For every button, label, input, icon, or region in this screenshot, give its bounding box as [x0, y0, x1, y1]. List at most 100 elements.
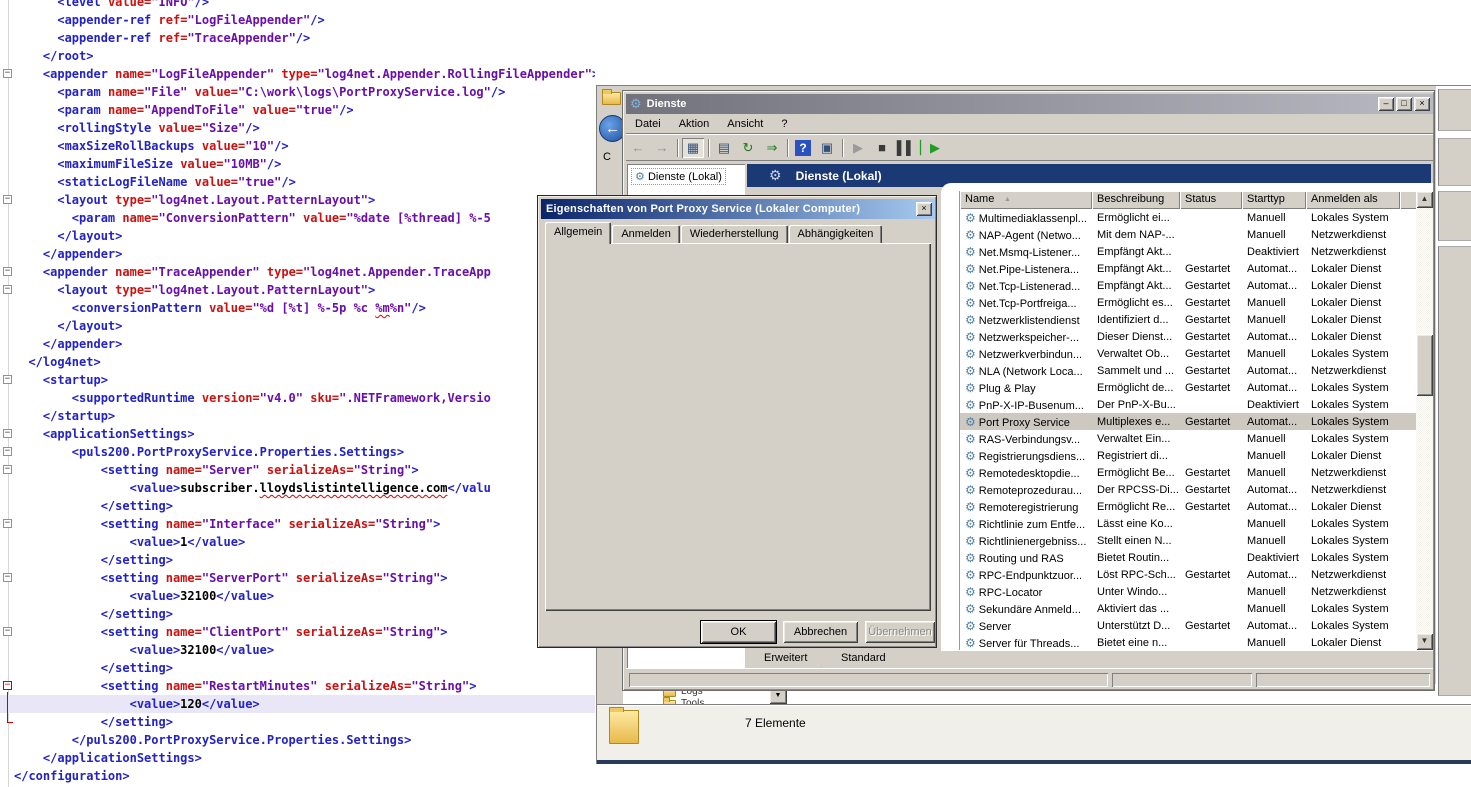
service-name: ⚙Net.Pipe-Listenera... [960, 262, 1092, 276]
extended-view-icon[interactable]: ▣ [816, 138, 838, 158]
fold-collapse-icon[interactable]: − [3, 375, 12, 384]
table-row[interactable]: ⚙RPC-LocatorUnter Windo...ManuellNetzwer… [960, 583, 1433, 600]
close-icon[interactable]: × [916, 202, 932, 216]
fold-collapse-icon[interactable]: − [3, 573, 12, 582]
table-row[interactable]: ⚙Richtlinienergebniss...Stellt einen N..… [960, 532, 1433, 549]
fold-collapse-icon[interactable]: − [3, 627, 12, 636]
code-line: </setting> [0, 713, 595, 731]
service-starttype: Automat... [1242, 484, 1306, 496]
table-row[interactable]: ⚙Net.Tcp-Listenerad...Empfängt Akt...Ges… [960, 277, 1433, 294]
fold-collapse-icon[interactable]: − [3, 681, 12, 690]
cancel-button[interactable]: Abbrechen [783, 621, 858, 643]
properties-icon[interactable]: ▤ [713, 138, 735, 158]
close-button[interactable]: × [1414, 97, 1430, 111]
fold-collapse-icon[interactable]: − [3, 429, 12, 438]
table-row[interactable]: ⚙Port Proxy ServiceMultiplexes e...Gesta… [960, 413, 1433, 430]
table-row[interactable]: ⚙Net.Pipe-Listenera...Empfängt Akt...Ges… [960, 260, 1433, 277]
menu-aktion[interactable]: Aktion [670, 116, 719, 132]
service-gear-icon: ⚙ [965, 500, 976, 514]
titlebar[interactable]: Eigenschaften von Port Proxy Service (Lo… [541, 199, 935, 219]
table-row[interactable]: ⚙Remotedesktopdie...Ermöglicht Be...Gest… [960, 464, 1433, 481]
scrollbar[interactable]: ▲ ▼ [1416, 191, 1433, 650]
table-row[interactable]: ⚙Server für Threads...Bietet eine n...Ma… [960, 634, 1433, 650]
service-starttype: Automat... [1242, 620, 1306, 632]
service-starttype: Manuell [1242, 637, 1306, 649]
table-row[interactable]: ⚙Remoteprozedurau...Der RPCSS-Di...Gesta… [960, 481, 1433, 498]
table-row[interactable]: ⚙RemoteregistrierungErmöglicht Re...Gest… [960, 498, 1433, 515]
show-tree-icon[interactable]: ▦ [682, 138, 704, 158]
menu-hilfe[interactable]: ? [772, 116, 796, 132]
fold-collapse-icon[interactable]: − [3, 519, 12, 528]
fold-collapse-icon[interactable]: − [3, 285, 12, 294]
back-icon[interactable]: ← [627, 138, 649, 158]
start-service-icon[interactable]: ▶ [847, 138, 869, 158]
table-row[interactable]: ⚙Richtlinie zum Entfe...Lässt eine Ko...… [960, 515, 1433, 532]
scroll-down-button[interactable]: ▼ [1416, 633, 1433, 650]
table-row[interactable]: ⚙Netzwerkverbindun...Verwaltet Ob...Gest… [960, 345, 1433, 362]
service-description: Ermöglicht de... [1092, 382, 1180, 394]
table-row[interactable]: ⚙Registrierungsdiens...Registriert di...… [960, 447, 1433, 464]
code-line: <param name="AppendToFile" value="true"/… [0, 101, 595, 119]
column-header-filler[interactable] [1400, 191, 1417, 209]
apply-button[interactable]: Übernehmen [865, 621, 935, 643]
ok-button[interactable]: OK [701, 621, 776, 643]
fold-collapse-icon[interactable]: − [3, 447, 12, 456]
table-row[interactable]: ⚙Net.Tcp-Portfreiga...Ermöglicht es...Ge… [960, 294, 1433, 311]
pause-service-icon[interactable]: ▌▌ [895, 138, 917, 158]
table-row[interactable]: ⚙NLA (Network Loca...Sammelt und ...Gest… [960, 362, 1433, 379]
table-row[interactable]: ⚙ServerUnterstützt D...GestartetAutomat.… [960, 617, 1433, 634]
fold-collapse-icon[interactable]: − [3, 267, 12, 276]
table-row[interactable]: ⚙Multimediaklassenpl...Ermöglicht ei...M… [960, 209, 1433, 226]
code-editor[interactable]: <level value="INFO"/> <appender-ref ref=… [0, 0, 595, 787]
tab-abhaengigkeiten[interactable]: Abhängigkeiten [789, 225, 883, 244]
table-row[interactable]: ⚙NetzwerklistendienstIdentifiziert d...G… [960, 311, 1433, 328]
tab-standard[interactable]: Standard [827, 650, 900, 667]
service-starttype: Automat... [1242, 501, 1306, 513]
help-icon[interactable]: ? [795, 140, 811, 156]
tab-erweitert[interactable]: Erweitert [750, 650, 821, 667]
titlebar[interactable]: ⚙ Dienste – □ × [626, 94, 1433, 114]
scroll-up-button[interactable]: ▲ [1416, 191, 1433, 208]
table-row[interactable]: ⚙Netzwerkspeicher-...Dieser Dienst...Ges… [960, 328, 1433, 345]
service-gear-icon: ⚙ [965, 636, 976, 650]
table-row[interactable]: ⚙RPC-Endpunktzuor...Löst RPC-Sch...Gesta… [960, 566, 1433, 583]
fold-collapse-icon[interactable]: − [3, 69, 12, 78]
tab-allgemein[interactable]: Allgemein [545, 222, 611, 244]
code-line: </appender> [0, 335, 595, 353]
fold-collapse-icon[interactable]: − [3, 465, 12, 474]
column-header-status[interactable]: Status [1180, 191, 1242, 209]
refresh-icon[interactable]: ↻ [737, 138, 759, 158]
table-row[interactable]: ⚙Net.Msmq-Listener...Empfängt Akt...Deak… [960, 243, 1433, 260]
minimize-button[interactable]: – [1378, 97, 1394, 111]
table-row[interactable]: ⚙NAP-Agent (Netwo...Mit dem NAP-...Manue… [960, 226, 1433, 243]
column-header-anmelden-als[interactable]: Anmelden als [1306, 191, 1400, 209]
service-status: Gestartet [1180, 416, 1242, 428]
tab-wiederherstellung[interactable]: Wiederherstellung [681, 225, 788, 244]
code-line: <puls200.PortProxyService.Properties.Set… [0, 443, 595, 461]
service-gear-icon: ⚙ [965, 279, 976, 293]
column-header-beschreibung[interactable]: Beschreibung [1092, 191, 1180, 209]
forward-icon[interactable]: → [651, 138, 673, 158]
maximize-button[interactable]: □ [1396, 97, 1412, 111]
service-status: Gestartet [1180, 314, 1242, 326]
column-header-starttyp[interactable]: Starttyp [1242, 191, 1306, 209]
column-header-name[interactable]: Name▲ [960, 191, 1092, 209]
menu-datei[interactable]: Datei [626, 116, 670, 132]
scrollbar-thumb[interactable] [1416, 334, 1433, 396]
services-list: Name▲BeschreibungStatusStarttypAnmelden … [959, 191, 1433, 650]
table-row[interactable]: ⚙Routing und RASBietet Routin...Deaktivi… [960, 549, 1433, 566]
menu-ansicht[interactable]: Ansicht [718, 116, 772, 132]
stop-service-icon[interactable]: ■ [871, 138, 893, 158]
view-tabs: Erweitert Standard [747, 650, 1431, 668]
table-row[interactable]: ⚙PnP-X-IP-Busenum...Der PnP-X-Bu...Deakt… [960, 396, 1433, 413]
service-logon: Lokaler Dienst [1306, 450, 1400, 462]
table-row[interactable]: ⚙Sekundäre Anmeld...Aktiviert das ...Man… [960, 600, 1433, 617]
fold-collapse-icon[interactable]: − [3, 195, 12, 204]
restart-service-icon[interactable]: ▏▶ [919, 138, 941, 158]
export-list-icon[interactable]: ⇒ [761, 138, 783, 158]
dropdown-button[interactable]: ▼ [769, 689, 787, 704]
table-row[interactable]: ⚙RAS-Verbindungsv...Verwaltet Ein...Manu… [960, 430, 1433, 447]
tab-anmelden[interactable]: Anmelden [612, 225, 680, 244]
tree-item-dienste-lokal[interactable]: ⚙ Dienste (Lokal) [631, 168, 726, 185]
table-row[interactable]: ⚙Plug & PlayErmöglicht de...GestartetAut… [960, 379, 1433, 396]
